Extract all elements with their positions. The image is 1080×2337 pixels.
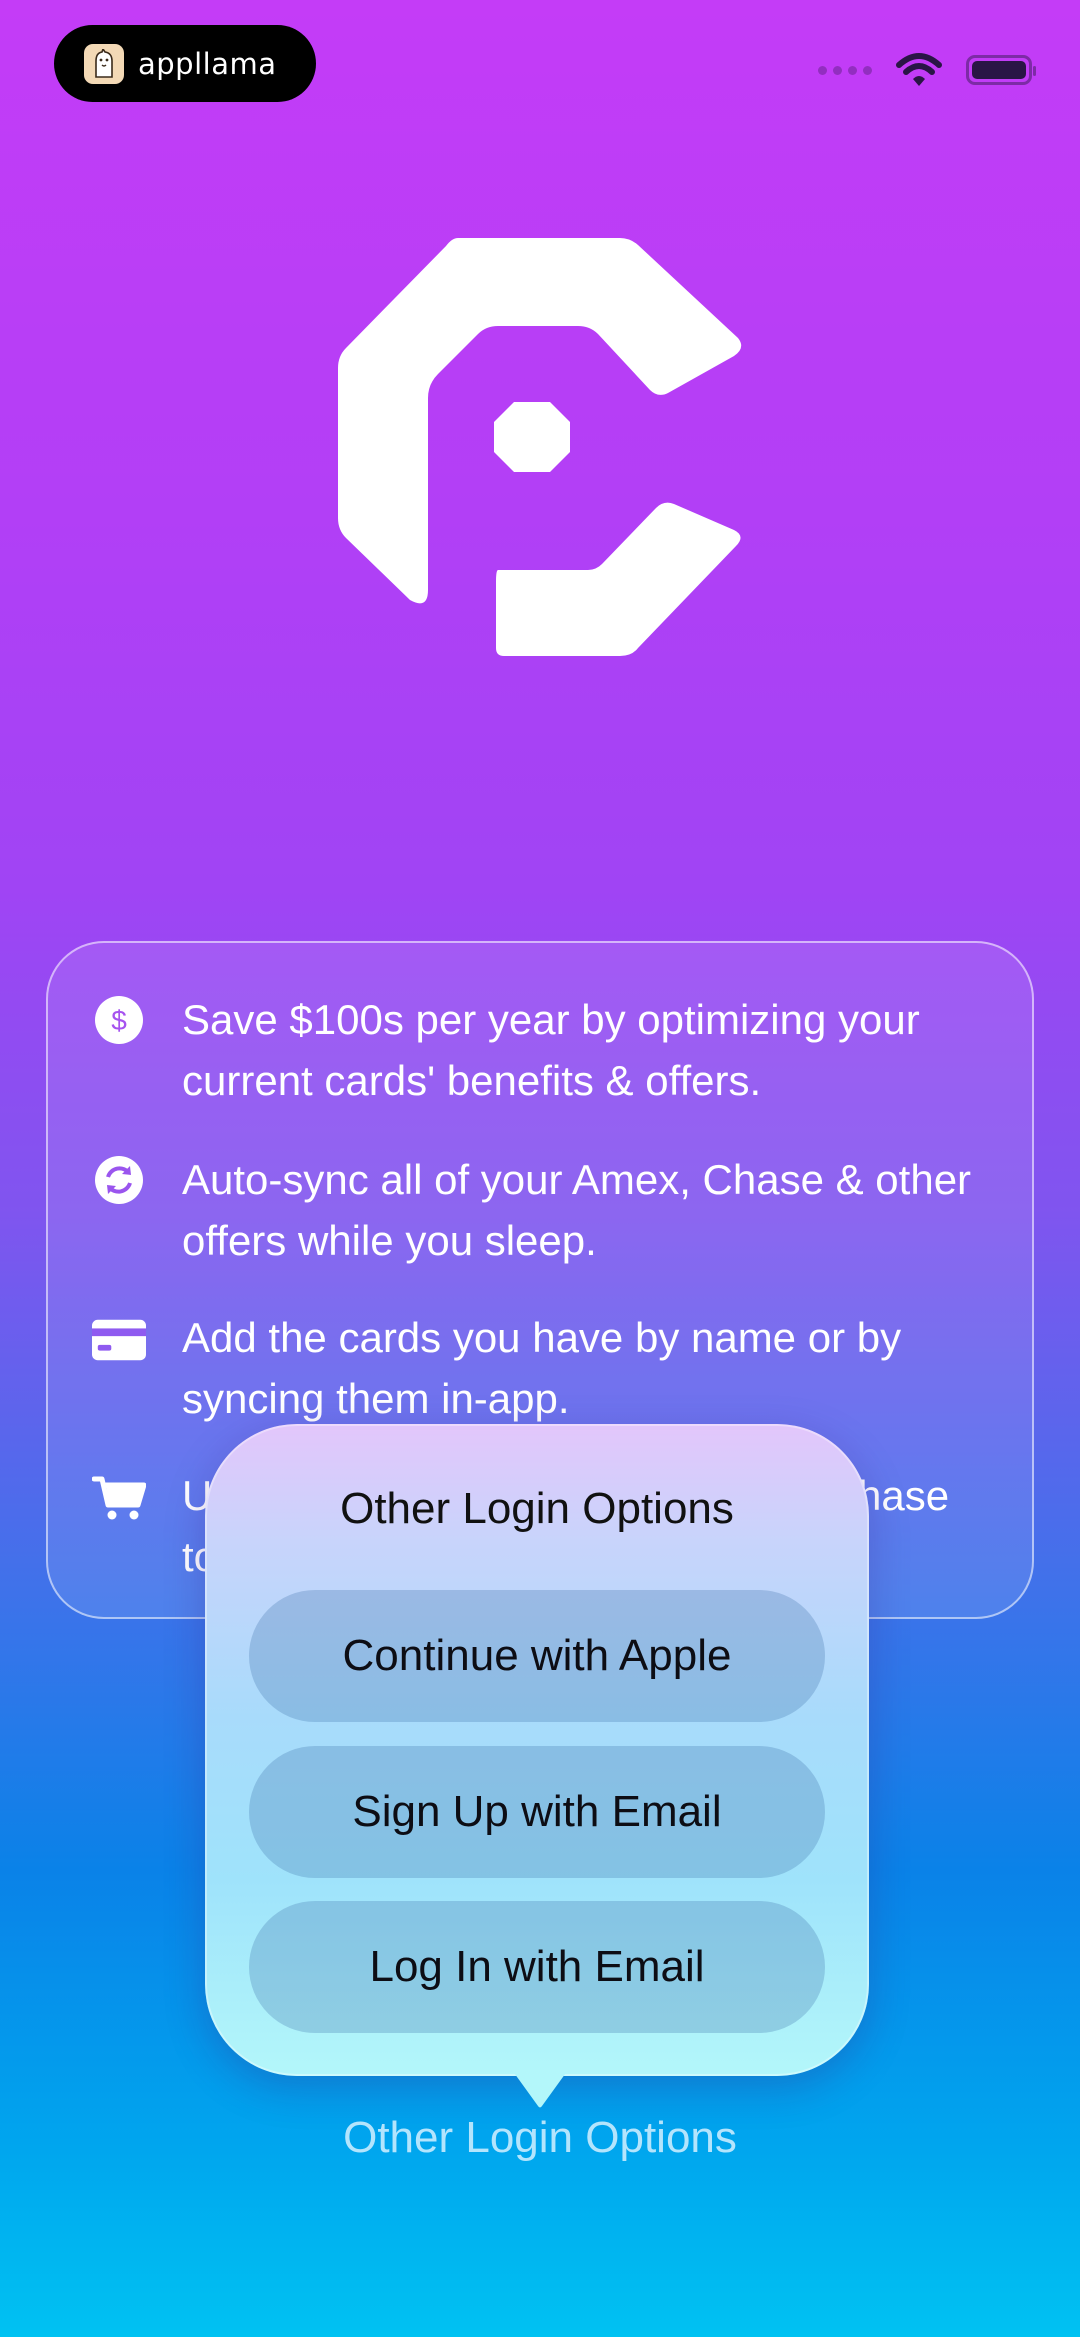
popup-title: Other Login Options xyxy=(340,1484,734,1533)
cart-icon xyxy=(92,1471,146,1525)
battery-icon xyxy=(966,55,1036,85)
svg-text:$: $ xyxy=(111,1005,127,1036)
credit-card-icon xyxy=(92,1313,146,1367)
brand-name: appllama xyxy=(138,46,277,81)
continue-with-apple-button[interactable]: Continue with Apple xyxy=(249,1590,825,1722)
appllama-badge: appllama xyxy=(54,25,316,102)
sign-up-with-email-button[interactable]: Sign Up with Email xyxy=(249,1746,825,1878)
other-login-options-link[interactable]: Other Login Options xyxy=(0,2113,1080,2163)
dollar-circle-icon: $ xyxy=(92,993,146,1047)
popup-pointer xyxy=(512,2070,568,2108)
status-indicators xyxy=(818,50,1036,90)
login-options-popup: Other Login Options Continue with Apple … xyxy=(205,1424,869,2076)
feature-text: Save $100s per year by optimizing your c… xyxy=(182,996,920,1104)
feature-text: Auto-sync all of your Amex, Chase & othe… xyxy=(182,1156,972,1264)
sync-icon xyxy=(92,1153,146,1207)
llama-icon xyxy=(84,43,124,84)
log-in-with-email-button[interactable]: Log In with Email xyxy=(249,1901,825,2033)
app-logo xyxy=(338,238,742,656)
wifi-icon xyxy=(896,53,942,86)
feature-text: Add the cards you have by name or by syn… xyxy=(182,1314,902,1422)
signal-icon xyxy=(818,65,872,75)
